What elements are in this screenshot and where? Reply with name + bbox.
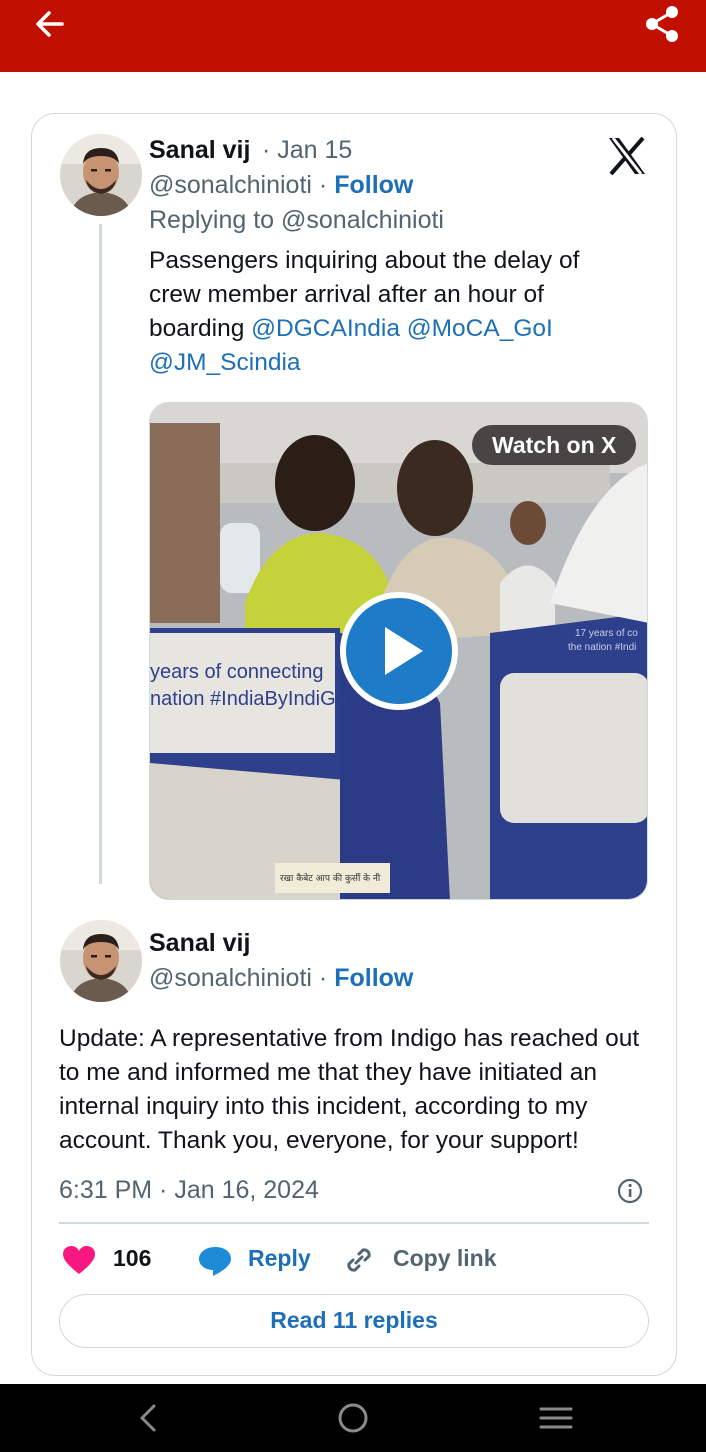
play-icon[interactable] <box>339 591 459 711</box>
heart-icon <box>63 1246 95 1274</box>
like-button[interactable]: 106 <box>59 1239 189 1279</box>
read-replies-button[interactable]: Read 11 replies <box>59 1294 649 1348</box>
author-handle-row: @sonalchinioti · Follow <box>149 171 413 200</box>
nav-back-icon[interactable] <box>128 1398 168 1438</box>
reply-label: Reply <box>248 1245 311 1271</box>
author-handle[interactable]: @sonalchinioti <box>149 964 312 992</box>
app-header <box>0 0 706 72</box>
follow-button[interactable]: Follow <box>334 171 413 199</box>
video-thumbnail[interactable]: years of connecting nation #IndiaByIndiG… <box>149 402 648 900</box>
watch-on-x-button[interactable]: Watch on X <box>472 425 637 465</box>
seat-print: nation #IndiaByIndiGo <box>150 688 347 710</box>
seat-print: years of connecting <box>150 661 323 683</box>
back-arrow-icon[interactable] <box>30 4 70 44</box>
tweet-text: Update: A representative from Indigo has… <box>59 1025 640 1154</box>
author-handle-row: @sonalchinioti · Follow <box>149 964 413 993</box>
reply-bubble-icon <box>199 1247 231 1276</box>
tweet-timestamp[interactable]: 6:31 PM · Jan 16, 2024 <box>59 1176 319 1205</box>
seat-print: 17 years of co <box>575 628 638 639</box>
mention-link[interactable]: @DGCAIndia <box>251 315 400 342</box>
tray-print: रखा कैबेट आप की कुर्सी के नी <box>280 872 381 884</box>
reply-button[interactable]: Reply <box>195 1239 345 1279</box>
author-name[interactable]: Sanal vij <box>149 136 250 165</box>
tweet-date[interactable]: · Jan 15 <box>262 136 352 165</box>
system-nav-bar <box>0 1384 706 1452</box>
separator: · <box>318 964 328 992</box>
share-icon[interactable] <box>640 2 684 46</box>
x-logo-icon[interactable] <box>605 134 649 178</box>
tweet-text: Passengers inquiring about the delay of … <box>149 244 619 380</box>
copy-link-button[interactable]: Copy link <box>342 1239 512 1279</box>
copy-link-label: Copy link <box>393 1245 497 1271</box>
nav-recents-icon[interactable] <box>536 1398 576 1438</box>
author-name[interactable]: Sanal vij <box>149 929 250 958</box>
seat-print: the nation #Indi <box>568 642 636 653</box>
mention-link[interactable]: @MoCA_GoI <box>407 315 553 342</box>
replying-to: Replying to @sonalchinioti <box>149 206 444 234</box>
avatar[interactable] <box>60 920 142 1002</box>
like-count: 106 <box>113 1245 152 1271</box>
follow-button[interactable]: Follow <box>334 964 413 992</box>
info-icon[interactable] <box>616 1177 644 1205</box>
nav-home-icon[interactable] <box>333 1398 373 1438</box>
link-icon <box>347 1248 371 1272</box>
mention-link[interactable]: @JM_Scindia <box>149 349 301 376</box>
thread-connector <box>99 224 102 884</box>
author-handle[interactable]: @sonalchinioti <box>149 171 312 199</box>
separator: · <box>318 171 328 199</box>
avatar[interactable] <box>60 134 142 216</box>
divider <box>59 1222 649 1224</box>
embedded-tweet-card: Sanal vij · Jan 15 @sonalchinioti · Foll… <box>31 113 677 1376</box>
